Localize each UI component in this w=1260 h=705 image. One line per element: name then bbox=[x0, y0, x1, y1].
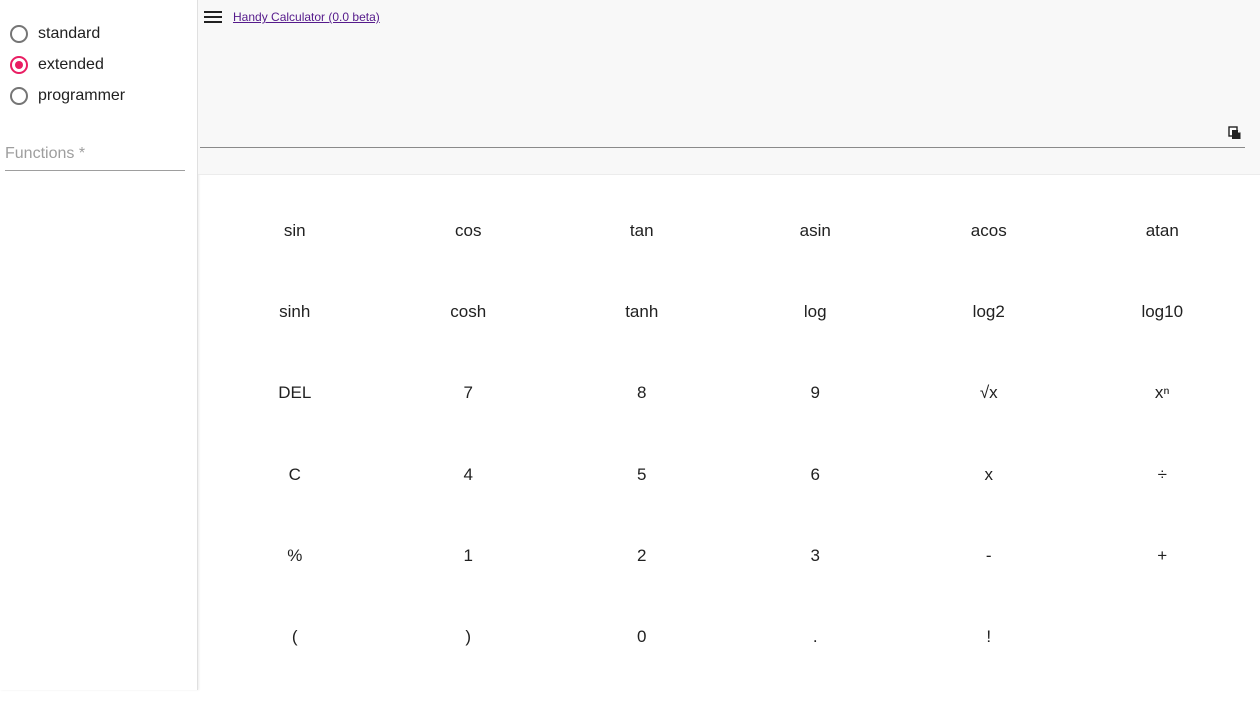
radio-programmer[interactable] bbox=[10, 86, 28, 105]
key-7-button[interactable]: 7 bbox=[382, 353, 556, 434]
key-tan-button[interactable]: tan bbox=[555, 190, 729, 271]
radio-standard[interactable] bbox=[10, 24, 28, 43]
copy-icon[interactable] bbox=[1228, 126, 1242, 140]
key-empty bbox=[1076, 596, 1250, 677]
mode-option-standard[interactable]: standard bbox=[8, 18, 125, 49]
display-input-underline[interactable] bbox=[200, 147, 1245, 148]
key-9-button[interactable]: 9 bbox=[729, 353, 903, 434]
key-factorial-button[interactable]: ! bbox=[902, 596, 1076, 677]
mode-option-extended[interactable]: extended bbox=[8, 49, 125, 80]
key-minus-button[interactable]: - bbox=[902, 515, 1076, 596]
key-open-paren-button[interactable]: ( bbox=[208, 596, 382, 677]
key-6-button[interactable]: 6 bbox=[729, 434, 903, 515]
key-plus-button[interactable]: + bbox=[1076, 515, 1250, 596]
key-clear-button[interactable]: C bbox=[208, 434, 382, 515]
sidebar: standard extended programmer Functions * bbox=[0, 0, 198, 690]
radio-extended[interactable] bbox=[10, 55, 28, 74]
key-5-button[interactable]: 5 bbox=[555, 434, 729, 515]
key-8-button[interactable]: 8 bbox=[555, 353, 729, 434]
mode-option-programmer[interactable]: programmer bbox=[8, 80, 125, 111]
keypad: sin cos tan asin acos atan sinh cosh tanh log log2… bbox=[208, 190, 1249, 678]
mode-label-standard: standard bbox=[38, 24, 101, 42]
key-3-button[interactable]: 3 bbox=[729, 515, 903, 596]
functions-placeholder: Functions * bbox=[5, 145, 86, 162]
key-2-button[interactable]: 2 bbox=[555, 515, 729, 596]
key-cosh-button[interactable]: cosh bbox=[382, 271, 556, 352]
key-percent-button[interactable]: % bbox=[208, 515, 382, 596]
hamburger-menu-icon[interactable] bbox=[204, 11, 222, 25]
key-atan-button[interactable]: atan bbox=[1076, 190, 1250, 271]
key-0-button[interactable]: 0 bbox=[555, 596, 729, 677]
key-4-button[interactable]: 4 bbox=[382, 434, 556, 515]
key-sinh-button[interactable]: sinh bbox=[208, 271, 382, 352]
mode-label-programmer: programmer bbox=[38, 86, 126, 104]
key-log-button[interactable]: log bbox=[729, 271, 903, 352]
key-1-button[interactable]: 1 bbox=[382, 515, 556, 596]
key-delete-button[interactable]: DEL bbox=[208, 353, 382, 434]
key-close-paren-button[interactable]: ) bbox=[382, 596, 556, 677]
display-panel: Handy Calculator (0.0 beta) bbox=[198, 0, 1260, 175]
key-sin-button[interactable]: sin bbox=[208, 190, 382, 271]
key-decimal-button[interactable]: . bbox=[729, 596, 903, 677]
key-log2-button[interactable]: log2 bbox=[902, 271, 1076, 352]
app-title-link[interactable]: Handy Calculator (0.0 beta) bbox=[233, 10, 380, 24]
key-log10-button[interactable]: log10 bbox=[1076, 271, 1250, 352]
key-tanh-button[interactable]: tanh bbox=[555, 271, 729, 352]
key-sqrt-button[interactable]: √x bbox=[902, 353, 1076, 434]
calculator-app: standard extended programmer Functions *… bbox=[0, 0, 1260, 705]
key-divide-button[interactable]: ÷ bbox=[1076, 434, 1250, 515]
functions-select[interactable]: Functions * bbox=[5, 140, 185, 171]
key-asin-button[interactable]: asin bbox=[729, 190, 903, 271]
key-multiply-button[interactable]: x bbox=[902, 434, 1076, 515]
mode-radio-group: standard extended programmer bbox=[8, 18, 125, 111]
key-cos-button[interactable]: cos bbox=[382, 190, 556, 271]
key-acos-button[interactable]: acos bbox=[902, 190, 1076, 271]
mode-label-extended: extended bbox=[38, 55, 104, 73]
key-power-button[interactable]: xⁿ bbox=[1076, 353, 1250, 434]
